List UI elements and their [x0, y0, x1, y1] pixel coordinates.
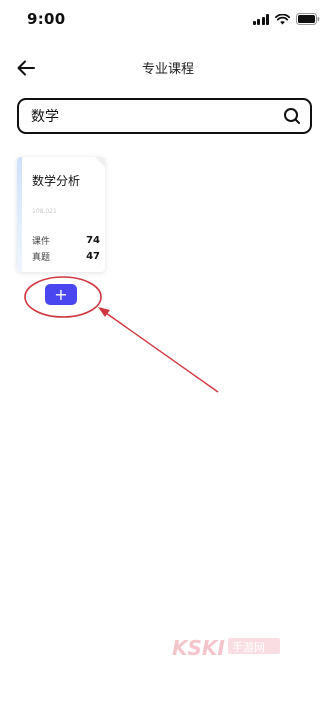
svg-text:KSKI: KSKI	[172, 636, 225, 660]
watermark-logo: KSKI 手游网	[172, 633, 282, 663]
add-course-button[interactable]: +	[45, 284, 77, 305]
annotation-overlay	[24, 276, 219, 393]
svg-text:手游网: 手游网	[232, 640, 265, 654]
annotation-arrowhead	[98, 307, 110, 317]
annotation-arrow-line	[105, 312, 219, 393]
